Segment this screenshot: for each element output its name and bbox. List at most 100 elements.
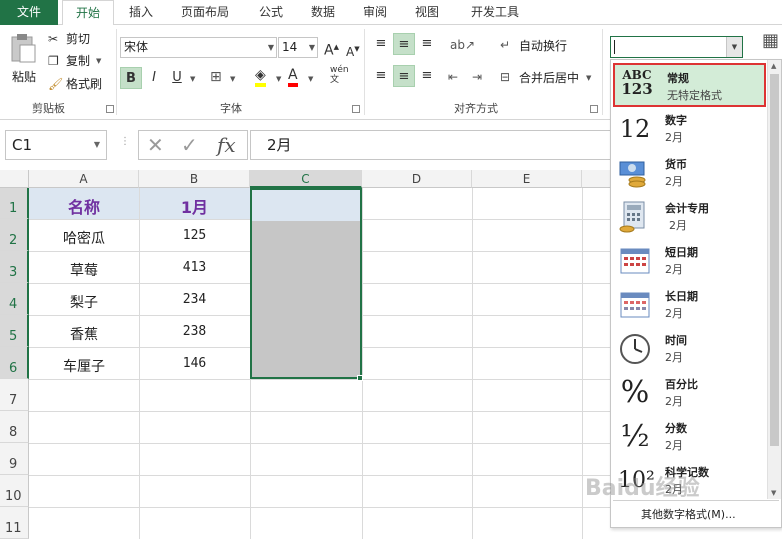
copy-button[interactable]: 复制 (66, 53, 90, 69)
align-right-icon[interactable]: ≡ (416, 65, 438, 87)
active-cell-c1[interactable] (252, 190, 360, 221)
alignment-launcher-icon[interactable] (590, 105, 598, 113)
format-option-accounting[interactable]: 会计专用 2月 (613, 195, 766, 239)
merge-dropdown-arrow[interactable]: ▼ (586, 74, 591, 82)
paste-button[interactable]: 粘贴 (6, 31, 40, 91)
row-header-6[interactable]: 6 (0, 347, 29, 379)
format-option-number[interactable]: 12 数字 2月 (613, 107, 766, 151)
insert-function-icon[interactable]: fx (217, 131, 236, 159)
cell-a5[interactable]: 香蕉 (29, 324, 139, 344)
tab-view[interactable]: 视图 (406, 0, 448, 25)
format-option-general[interactable]: ABC 123 常规 无特定格式 (613, 63, 766, 107)
cell-a3[interactable]: 草莓 (29, 260, 139, 280)
row-header-10[interactable]: 10 (0, 475, 29, 507)
grow-font-button[interactable]: A▲ (324, 39, 339, 59)
resize-handle-icon[interactable]: ⋮ (120, 136, 130, 147)
format-option-short-date[interactable]: 短日期 2月 (613, 239, 766, 283)
chevron-down-icon[interactable]: ▼ (726, 37, 742, 57)
format-option-long-date[interactable]: 长日期 2月 (613, 283, 766, 327)
font-color-button[interactable]: A (288, 67, 298, 87)
decrease-indent-icon[interactable]: ⇤ (448, 69, 458, 85)
tab-page-layout[interactable]: 页面布局 (170, 0, 240, 25)
wrap-text-button[interactable]: 自动换行 (519, 38, 567, 54)
cell-a4[interactable]: 梨子 (29, 292, 139, 312)
select-all-corner[interactable] (0, 170, 29, 188)
cell-b4[interactable]: 234 (139, 292, 250, 307)
cancel-icon[interactable]: ✕ (147, 131, 164, 159)
align-top-icon[interactable]: ≡ (370, 33, 392, 55)
fill-color-icon[interactable]: ◈ (255, 67, 266, 87)
border-dropdown-arrow[interactable]: ▼ (230, 75, 235, 83)
column-header-a[interactable]: A (29, 170, 139, 188)
orientation-icon[interactable]: ab↗ (450, 37, 475, 53)
row-header-7[interactable]: 7 (0, 379, 29, 411)
name-box[interactable]: C1 ▼ (5, 130, 107, 160)
font-size-combo[interactable]: 14 ▼ (278, 37, 318, 58)
format-option-fraction[interactable]: ½ 分数 2月 (613, 415, 766, 459)
align-middle-icon[interactable]: ≡ (393, 33, 415, 55)
column-header-d[interactable]: D (362, 170, 472, 188)
row-header-5[interactable]: 5 (0, 315, 29, 347)
number-format-combo[interactable]: ▼ (610, 36, 743, 58)
cell-b2[interactable]: 125 (139, 228, 250, 243)
cell-a1[interactable]: 名称 (29, 194, 139, 218)
clipboard-launcher-icon[interactable] (106, 105, 114, 113)
row-header-3[interactable]: 3 (0, 251, 29, 283)
enter-icon[interactable]: ✓ (181, 131, 198, 159)
cell-a6[interactable]: 车厘子 (29, 356, 139, 376)
column-header-c[interactable]: C (250, 170, 362, 188)
align-center-icon[interactable]: ≡ (393, 65, 415, 87)
column-header-b[interactable]: B (139, 170, 250, 188)
phonetic-button[interactable]: wén 文 (330, 65, 349, 85)
copy-dropdown-arrow[interactable]: ▼ (96, 57, 101, 65)
fill-handle[interactable] (357, 375, 363, 381)
chevron-down-icon[interactable]: ▼ (94, 131, 100, 159)
scroll-up-icon[interactable]: ▲ (771, 62, 776, 70)
tab-file[interactable]: 文件 (0, 0, 58, 25)
underline-button[interactable]: U (166, 67, 188, 89)
align-bottom-icon[interactable]: ≡ (416, 33, 438, 55)
dropdown-scrollbar[interactable]: ▲ ▼ (767, 60, 781, 499)
cut-button[interactable]: 剪切 (66, 31, 90, 47)
format-option-percent[interactable]: % 百分比 2月 (613, 371, 766, 415)
bold-button[interactable]: B (120, 67, 142, 89)
format-painter-button[interactable]: 格式刷 (66, 76, 102, 92)
cell-b5[interactable]: 238 (139, 324, 250, 339)
more-number-formats-link[interactable]: 其他数字格式(M)... (641, 506, 736, 522)
increase-indent-icon[interactable]: ⇥ (472, 69, 482, 85)
format-option-currency[interactable]: 货币 2月 (613, 151, 766, 195)
cell-a2[interactable]: 哈密瓜 (29, 228, 139, 248)
conditional-format-icon[interactable]: ▦ (762, 32, 779, 50)
font-color-dropdown-arrow[interactable]: ▼ (308, 75, 313, 83)
tab-home[interactable]: 开始 (62, 0, 114, 26)
align-left-icon[interactable]: ≡ (370, 65, 392, 87)
border-icon[interactable]: ⊞ (210, 69, 222, 85)
merge-center-button[interactable]: 合并后居中 (519, 70, 579, 86)
format-option-time[interactable]: 时间 2月 (613, 327, 766, 371)
tab-formulas[interactable]: 公式 (250, 0, 292, 25)
row-header-4[interactable]: 4 (0, 283, 29, 315)
row-header-1[interactable]: 1 (0, 188, 29, 219)
font-name-combo[interactable]: 宋体 ▼ (120, 37, 277, 58)
row-header-2[interactable]: 2 (0, 219, 29, 251)
font-launcher-icon[interactable] (352, 105, 360, 113)
tab-developer[interactable]: 开发工具 (458, 0, 532, 25)
column-header-e[interactable]: E (472, 170, 582, 188)
tab-insert[interactable]: 插入 (120, 0, 162, 25)
formula-input[interactable]: 2月 (250, 130, 620, 160)
cell-b1[interactable]: 1月 (139, 194, 250, 218)
italic-button[interactable]: I (143, 67, 165, 89)
scroll-down-icon[interactable]: ▼ (771, 489, 776, 497)
cell-b3[interactable]: 413 (139, 260, 250, 275)
shrink-font-button[interactable]: A▼ (346, 41, 360, 60)
selected-range-c1-c6[interactable] (250, 188, 362, 379)
cell-b6[interactable]: 146 (139, 356, 250, 371)
underline-dropdown-arrow[interactable]: ▼ (190, 75, 195, 83)
row-header-11[interactable]: 11 (0, 507, 29, 539)
tab-review[interactable]: 审阅 (354, 0, 396, 25)
row-header-9[interactable]: 9 (0, 443, 29, 475)
fill-color-dropdown-arrow[interactable]: ▼ (276, 75, 281, 83)
row-header-8[interactable]: 8 (0, 411, 29, 443)
tab-data[interactable]: 数据 (302, 0, 344, 25)
scrollbar-thumb[interactable] (770, 74, 779, 446)
